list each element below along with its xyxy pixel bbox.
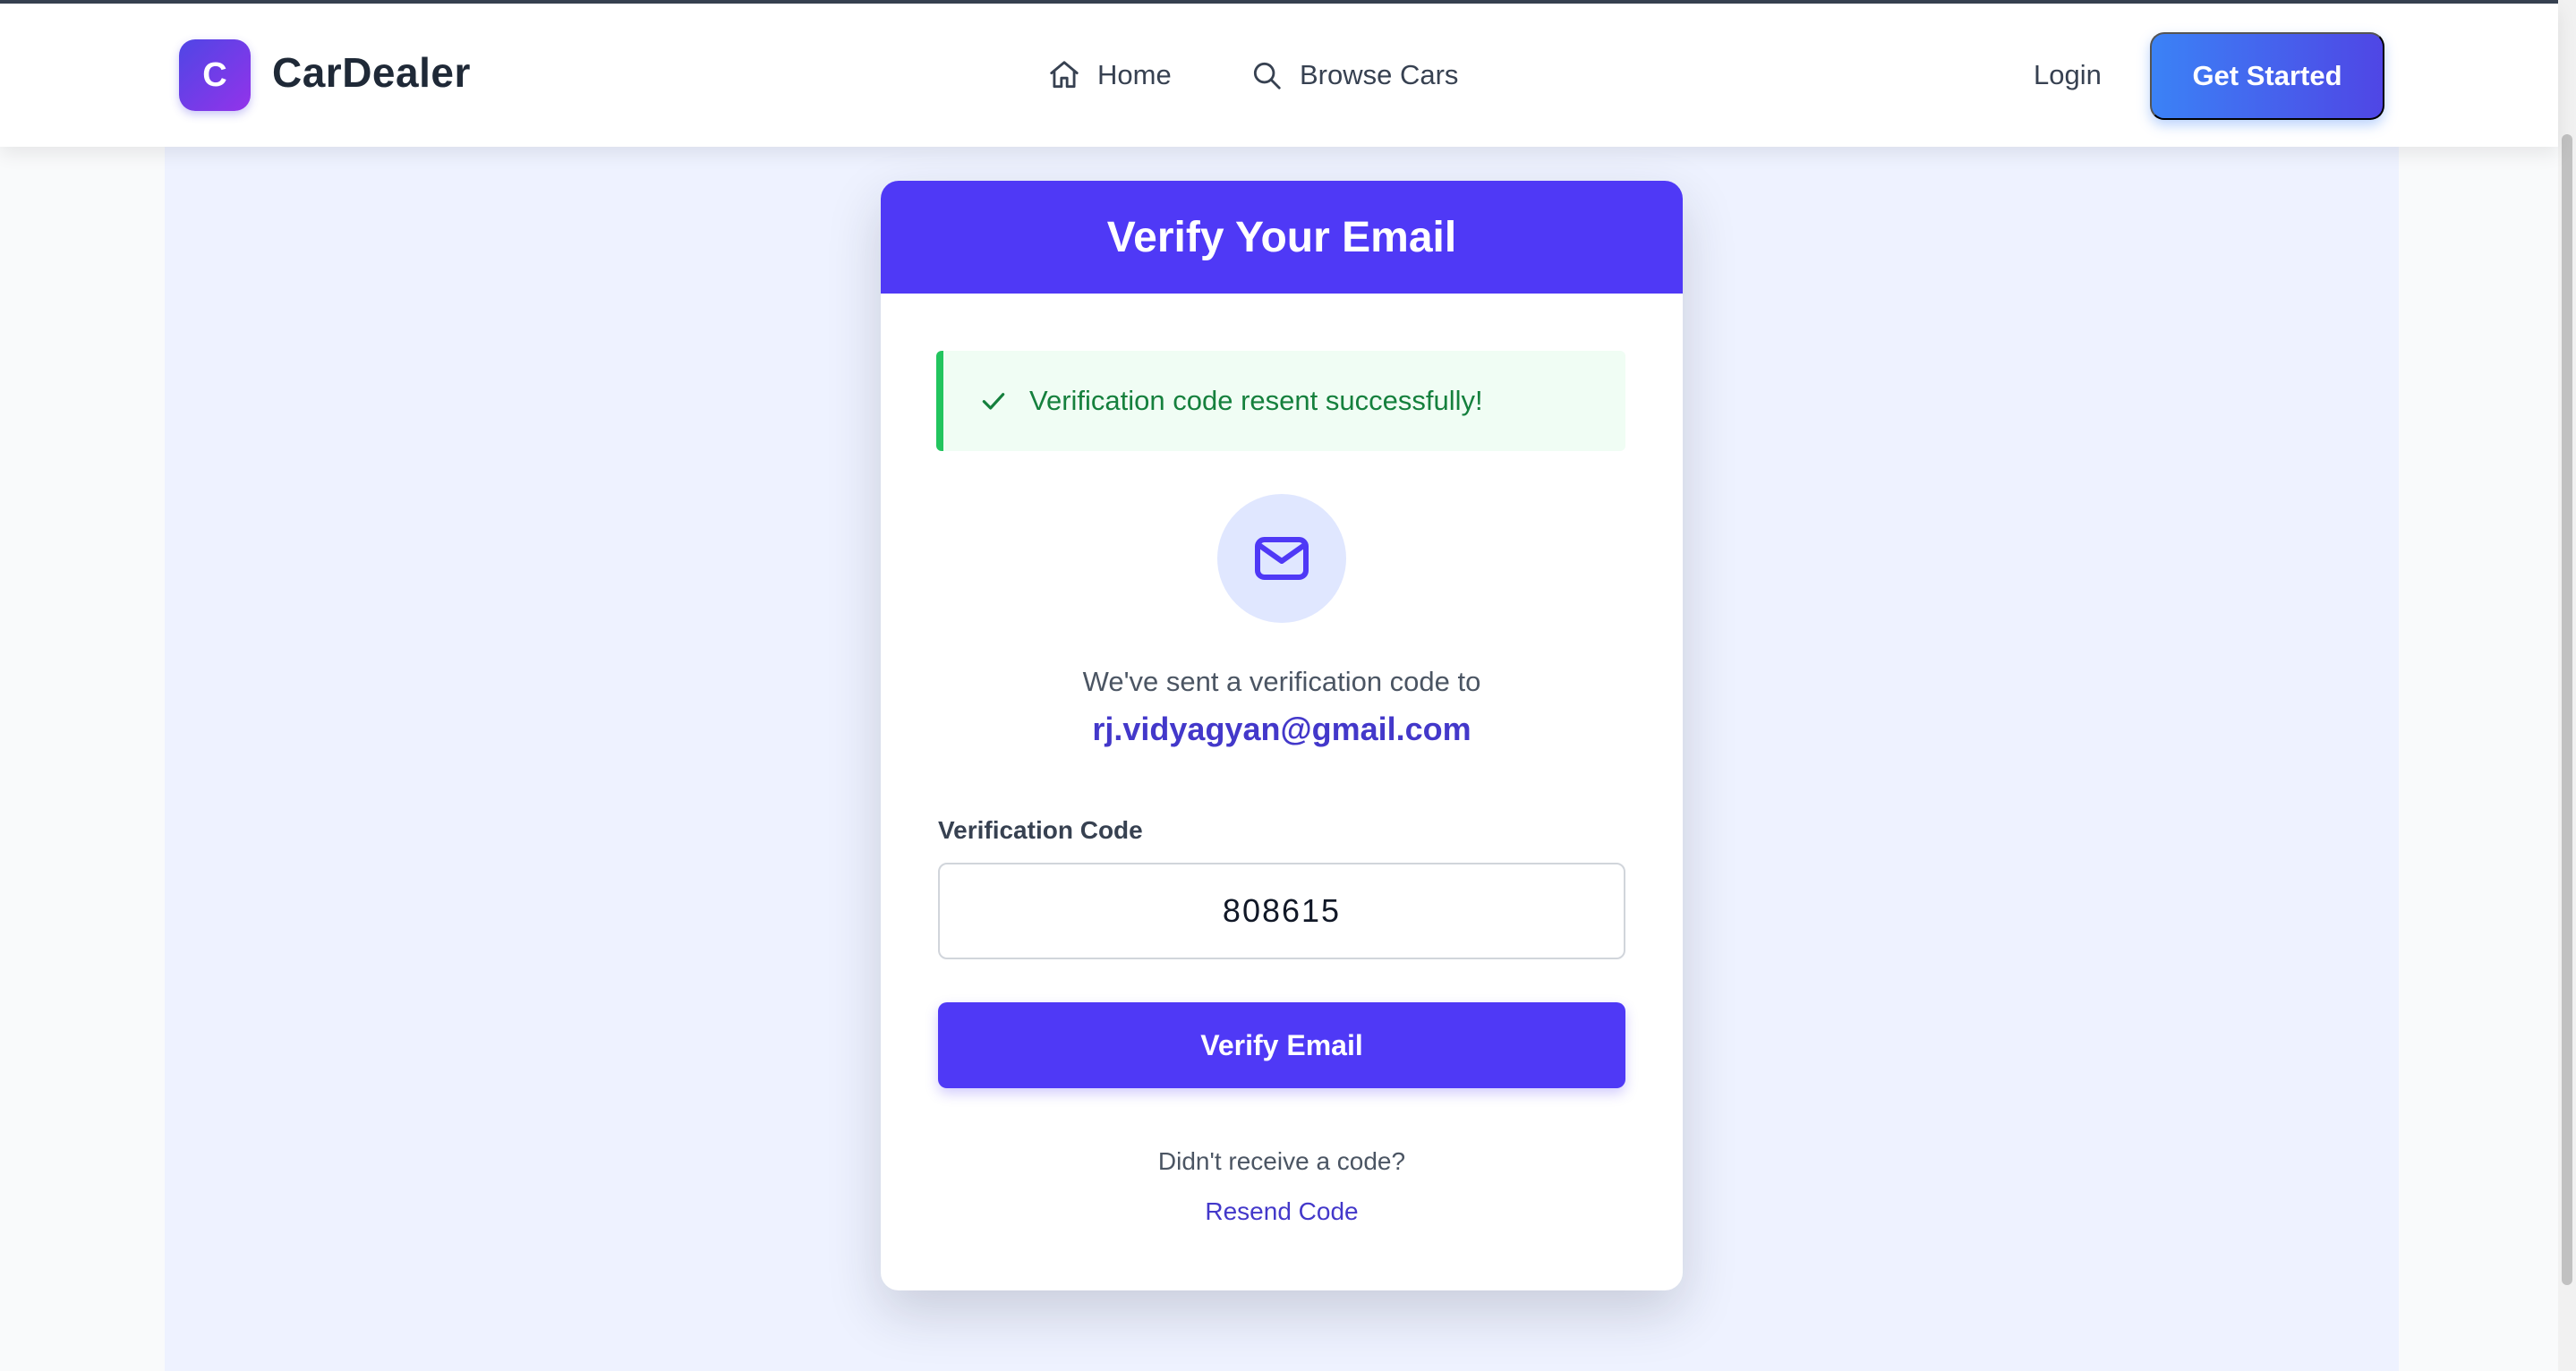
verify-email-card: Verify Your Email Verification code rese…	[881, 181, 1683, 1290]
verification-code-input[interactable]	[938, 863, 1625, 959]
no-code-text: Didn't receive a code?	[1157, 1147, 1406, 1175]
nav-home-label: Home	[1097, 59, 1172, 90]
get-started-button[interactable]: Get Started	[2150, 32, 2384, 120]
check-icon	[979, 387, 1008, 415]
recipient-email: rj.vidyagyan@gmail.com	[1092, 711, 1471, 747]
nav-browse-link[interactable]: Browse Cars	[1250, 54, 1458, 97]
logo-letter: C	[202, 55, 227, 94]
login-link[interactable]: Login	[2034, 59, 2102, 91]
sent-message: We've sent a verification code to	[1082, 666, 1481, 697]
resend-code-link[interactable]: Resend Code	[881, 1197, 1683, 1226]
navbar: C CarDealer Home Browse Cars Login Get S…	[0, 4, 2558, 147]
nav-browse-label: Browse Cars	[1300, 59, 1459, 90]
success-alert: Verification code resent successfully!	[936, 351, 1625, 451]
brand-name[interactable]: CarDealer	[272, 48, 471, 97]
scrollbar-thumb[interactable]	[2562, 134, 2572, 1285]
mail-icon-circle	[1217, 494, 1346, 623]
verify-email-button[interactable]: Verify Email	[938, 1002, 1625, 1088]
home-icon	[1047, 58, 1081, 92]
search-icon	[1250, 58, 1284, 92]
nav-home-link[interactable]: Home	[1047, 54, 1172, 97]
alert-text: Verification code resent successfully!	[1029, 385, 1483, 416]
verification-code-label: Verification Code	[938, 816, 1143, 844]
card-title: Verify Your Email	[881, 181, 1683, 294]
mail-icon	[1255, 537, 1309, 580]
logo-badge[interactable]: C	[179, 39, 251, 111]
